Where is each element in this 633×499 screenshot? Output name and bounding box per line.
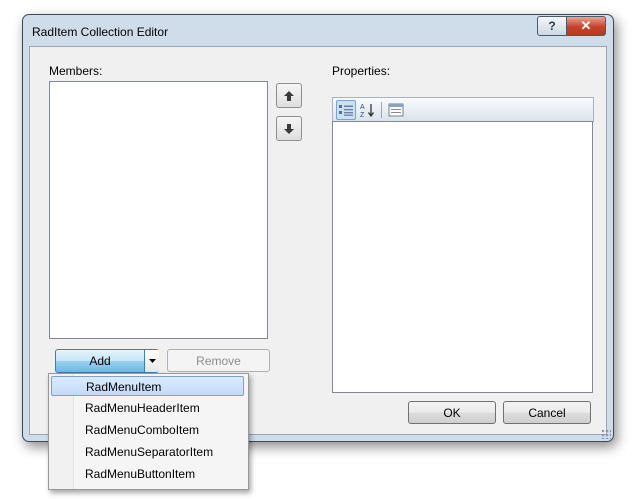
menu-item-radmenuseparatoritem[interactable]: RadMenuSeparatorItem <box>51 442 244 462</box>
resize-grip[interactable] <box>601 429 611 439</box>
move-up-button[interactable] <box>276 83 302 108</box>
menu-item-label: RadMenuComboItem <box>85 423 200 437</box>
menu-item-label: RadMenuItem <box>86 380 162 394</box>
add-dropdown-button[interactable] <box>145 350 159 372</box>
window-title: RadItem Collection Editor <box>32 25 169 39</box>
members-list[interactable] <box>49 81 268 339</box>
svg-text:A: A <box>360 104 365 111</box>
ok-button[interactable]: OK <box>408 401 496 424</box>
remove-button[interactable]: Remove <box>167 349 270 372</box>
menu-item-radmenuheaderitem[interactable]: RadMenuHeaderItem <box>51 398 244 418</box>
svg-text:Z: Z <box>360 112 365 118</box>
menu-item-radmenubuttonitem[interactable]: RadMenuButtonItem <box>51 464 244 484</box>
menu-item-radmenuitem[interactable]: RadMenuItem <box>51 376 244 396</box>
property-pages-icon[interactable] <box>386 100 406 120</box>
add-split-button[interactable]: Add <box>55 349 159 373</box>
menu-item-label: RadMenuButtonItem <box>85 467 196 481</box>
categorized-icon[interactable] <box>336 100 356 120</box>
arrow-up-icon <box>284 90 294 101</box>
chevron-down-icon <box>148 359 156 363</box>
menu-item-label: RadMenuSeparatorItem <box>85 445 214 459</box>
toolbar-separator <box>381 102 382 118</box>
add-dropdown-menu: RadMenuItem RadMenuHeaderItem RadMenuCom… <box>48 373 249 490</box>
arrow-down-icon <box>284 123 294 134</box>
alphabetical-icon[interactable]: A Z <box>358 100 378 120</box>
properties-toolbar: A Z <box>332 97 594 122</box>
help-button[interactable]: ? <box>537 16 567 36</box>
property-grid[interactable] <box>332 121 593 393</box>
close-button[interactable]: ✕ <box>566 16 606 36</box>
menu-item-label: RadMenuHeaderItem <box>85 401 200 415</box>
menu-item-radmenucomboitem[interactable]: RadMenuComboItem <box>51 420 244 440</box>
move-down-button[interactable] <box>276 116 302 141</box>
add-button[interactable]: Add <box>56 350 144 372</box>
properties-label: Properties: <box>332 64 391 78</box>
members-label: Members: <box>49 64 103 78</box>
cancel-button[interactable]: Cancel <box>503 401 591 424</box>
